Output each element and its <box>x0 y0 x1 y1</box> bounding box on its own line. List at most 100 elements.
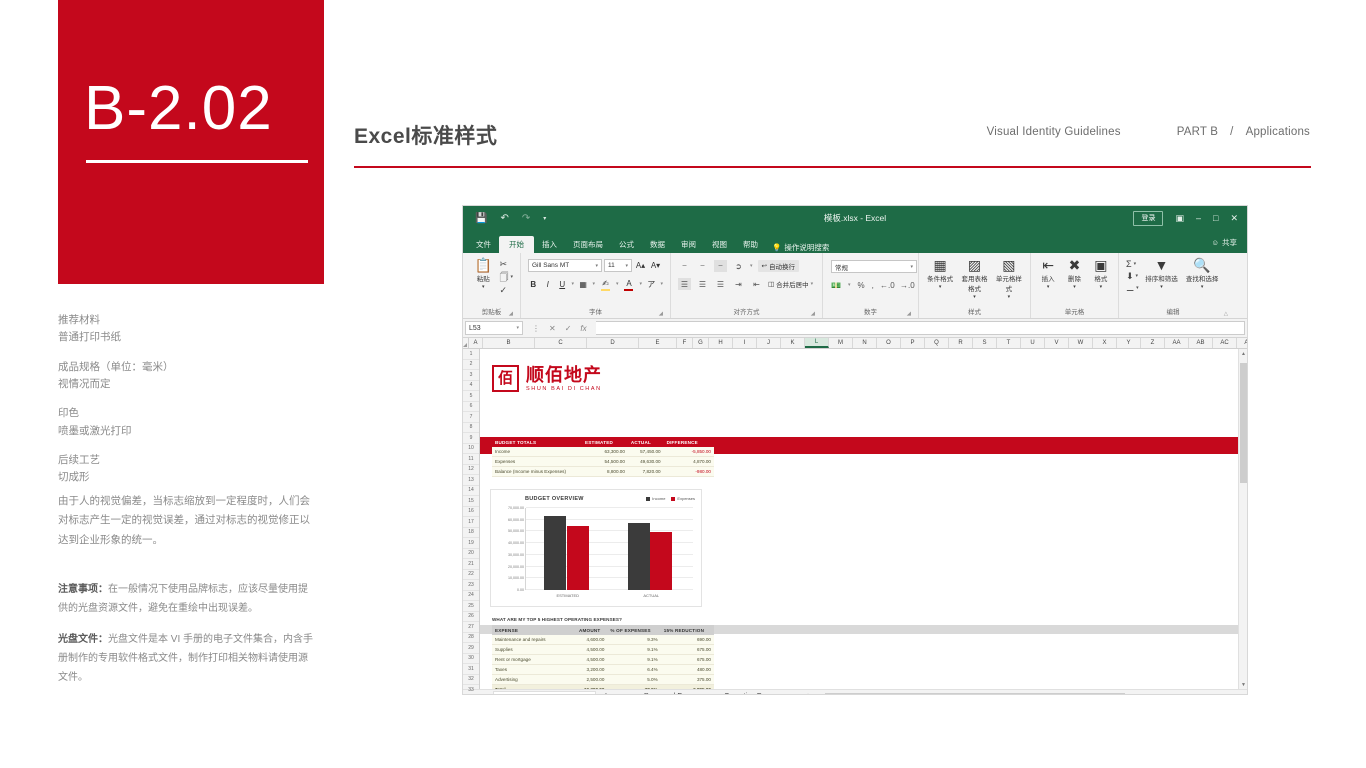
tab-page-layout[interactable]: 页面布局 <box>565 237 611 254</box>
ribbon-display-icon[interactable]: ▣ <box>1175 213 1184 224</box>
align-top-icon[interactable]: ⎯ <box>678 260 691 272</box>
row-header-28[interactable]: 28 <box>463 633 479 643</box>
row-header-15[interactable]: 15 <box>463 496 479 507</box>
vertical-scrollbar[interactable]: ▲ ▼ <box>1238 349 1247 689</box>
align-bottom-icon[interactable]: ⎯ <box>714 260 727 272</box>
format-cells-button[interactable]: ▣ 格式 ▾ <box>1091 258 1111 290</box>
wrap-text-button[interactable]: ↩ 自动换行 <box>757 260 799 272</box>
cancel-icon[interactable]: ✕ <box>549 324 556 333</box>
row-header-2[interactable]: 2 <box>463 360 479 370</box>
chevron-down-icon[interactable]: ▾ <box>750 263 753 269</box>
redo-icon[interactable]: ↷ <box>522 213 530 224</box>
clear-button[interactable]: ⚊ ▾ <box>1126 283 1139 293</box>
row-header-25[interactable]: 25 <box>463 601 479 612</box>
scroll-up-icon[interactable]: ▲ <box>1239 349 1247 358</box>
chevron-down-icon[interactable]: ▾ <box>639 281 642 287</box>
row-header-23[interactable]: 23 <box>463 580 479 591</box>
column-header-j[interactable]: J <box>757 338 781 348</box>
increase-indent-icon[interactable]: ⇤ <box>750 278 763 290</box>
column-header-ac[interactable]: AC <box>1213 338 1237 348</box>
align-left-icon[interactable]: ☰ <box>678 278 691 290</box>
bold-button[interactable]: B <box>528 278 538 291</box>
merge-center-button[interactable]: ◫ 合并后居中 ▾ <box>768 279 813 289</box>
format-painter-button[interactable]: ✓ <box>499 285 513 295</box>
row-header-30[interactable]: 30 <box>463 654 479 664</box>
tab-view[interactable]: 视图 <box>704 237 735 254</box>
font-color-button[interactable]: A <box>622 277 635 291</box>
row-header-6[interactable]: 6 <box>463 402 479 412</box>
fill-button[interactable]: ⬇ ▾ <box>1126 271 1139 281</box>
chevron-down-icon[interactable]: ▾ <box>571 281 574 287</box>
close-icon[interactable]: ✕ <box>1230 213 1238 224</box>
enter-icon[interactable]: ✓ <box>565 324 572 333</box>
vertical-scroll-thumb[interactable] <box>1240 363 1247 483</box>
column-header-aa[interactable]: AA <box>1165 338 1189 348</box>
sheet-tab-monthly-budget-summary[interactable]: Monthly Budget Summary <box>493 690 596 694</box>
column-header-d[interactable]: D <box>587 338 639 348</box>
accounting-format-icon[interactable]: 💵 <box>831 279 841 291</box>
row-header-24[interactable]: 24 <box>463 591 479 601</box>
signin-button[interactable]: 登录 <box>1133 210 1164 226</box>
save-icon[interactable]: 💾 <box>475 213 487 224</box>
column-header-l[interactable]: L <box>805 338 829 348</box>
autosum-button[interactable]: Σ ▾ <box>1126 259 1139 269</box>
delete-cells-button[interactable]: ✖ 删除 ▾ <box>1064 258 1084 290</box>
collapse-ribbon-icon[interactable]: △ <box>1224 311 1228 317</box>
comma-style-icon[interactable]: , <box>872 279 874 291</box>
decrease-font-size-icon[interactable]: A▾ <box>649 259 662 272</box>
row-header-21[interactable]: 21 <box>463 559 479 570</box>
chevron-down-icon[interactable]: ▾ <box>616 281 619 287</box>
fill-color-button[interactable]: ✍ <box>599 277 612 291</box>
sheet-tab-operating-expenses[interactable]: Operating Expenses <box>717 691 794 694</box>
column-header-ab[interactable]: AB <box>1189 338 1213 348</box>
column-header-n[interactable]: N <box>853 338 877 348</box>
sheet-tab-income[interactable]: Income <box>598 691 635 694</box>
dialog-launcher-icon[interactable]: ◢ <box>811 311 815 317</box>
row-header-11[interactable]: 11 <box>463 454 479 465</box>
column-header-w[interactable]: W <box>1069 338 1093 348</box>
tab-home[interactable]: 开始 <box>499 235 534 253</box>
align-middle-icon[interactable]: ⎯ <box>696 260 709 272</box>
phonetic-guide-icon[interactable]: ア <box>646 278 656 291</box>
undo-icon[interactable]: ↶ <box>500 213 508 224</box>
format-as-table-button[interactable]: ▨ 套用表格格式 ▾ <box>960 258 988 300</box>
align-right-icon[interactable]: ☰ <box>714 278 727 290</box>
row-header-1[interactable]: 1 <box>463 349 479 360</box>
row-header-18[interactable]: 18 <box>463 528 479 538</box>
sheet-tab-personnel-expenses[interactable]: Personnel Expenses <box>637 691 715 694</box>
conditional-formatting-button[interactable]: ▦ 条件格式 ▾ <box>926 258 954 290</box>
row-header-22[interactable]: 22 <box>463 570 479 580</box>
paste-button[interactable]: 📋 粘贴 ▾ <box>470 258 496 290</box>
font-size-combo[interactable]: 11 ▾ <box>604 259 632 272</box>
more-options-icon[interactable]: ⋮ <box>532 324 540 333</box>
font-name-combo[interactable]: Gill Sans MT ▾ <box>528 259 602 272</box>
column-header-o[interactable]: O <box>877 338 901 348</box>
borders-icon[interactable]: ▦ <box>578 278 588 291</box>
sort-filter-button[interactable]: ▼ 排序和筛选 ▾ <box>1144 258 1180 290</box>
tab-review[interactable]: 审阅 <box>673 237 704 254</box>
maximize-icon[interactable]: □ <box>1213 213 1218 223</box>
insert-function-icon[interactable]: fx <box>580 324 586 333</box>
increase-decimal-icon[interactable]: ←.0 <box>880 279 895 291</box>
row-header-5[interactable]: 5 <box>463 391 479 402</box>
column-header-t[interactable]: T <box>997 338 1021 348</box>
column-header-x[interactable]: X <box>1093 338 1117 348</box>
horizontal-scroll-thumb[interactable] <box>825 693 1126 694</box>
row-header-8[interactable]: 8 <box>463 423 479 433</box>
cell-styles-button[interactable]: ▧ 单元格样式 ▾ <box>995 258 1023 300</box>
column-header-b[interactable]: B <box>483 338 535 348</box>
column-header-c[interactable]: C <box>535 338 587 348</box>
horizontal-scrollbar[interactable] <box>825 693 1237 694</box>
orientation-icon[interactable]: ➲ <box>732 260 745 272</box>
row-header-14[interactable]: 14 <box>463 486 479 496</box>
column-header-u[interactable]: U <box>1021 338 1045 348</box>
column-header-f[interactable]: F <box>677 338 693 348</box>
row-header-3[interactable]: 3 <box>463 370 479 381</box>
chevron-down-icon[interactable]: ▾ <box>592 281 595 287</box>
number-format-combo[interactable]: 常规 ▾ <box>831 260 917 273</box>
column-header-i[interactable]: I <box>733 338 757 348</box>
column-header-m[interactable]: M <box>829 338 853 348</box>
find-select-button[interactable]: 🔍 查找和选择 ▾ <box>1184 258 1220 290</box>
row-header-20[interactable]: 20 <box>463 549 479 559</box>
add-sheet-icon[interactable]: ⊕ <box>797 692 812 694</box>
